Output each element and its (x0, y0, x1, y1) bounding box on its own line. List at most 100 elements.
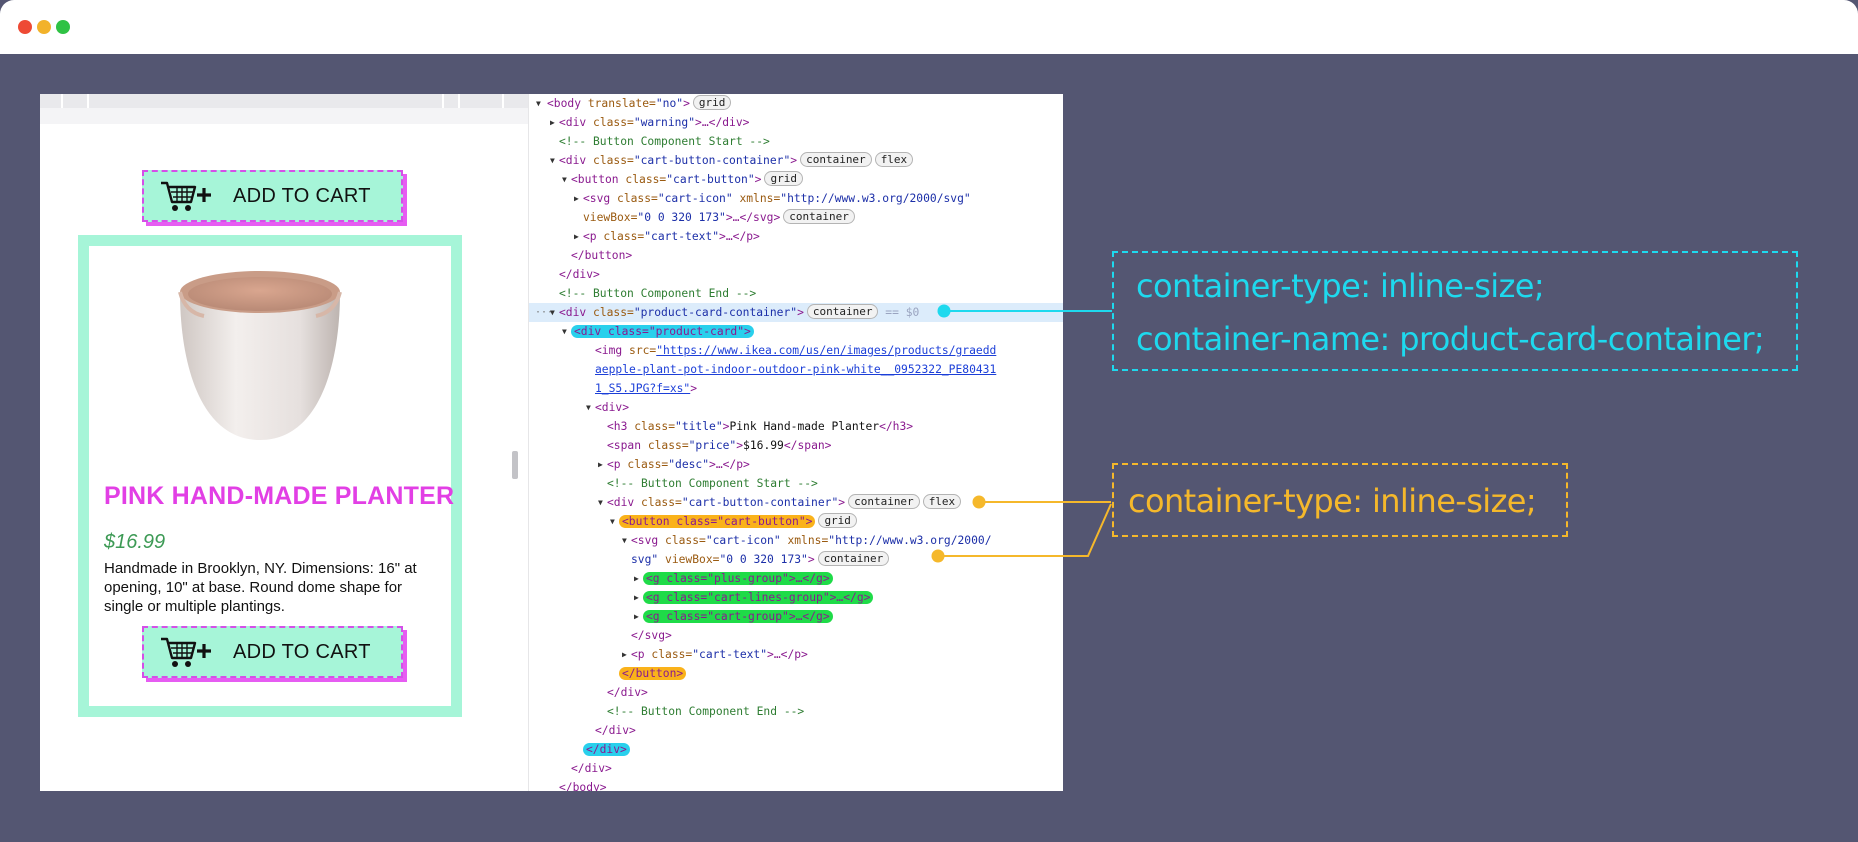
attr-name: xmlns= (732, 192, 781, 205)
dom-node-cart-button[interactable]: ▼ <button class="cart-button"> grid (529, 170, 1063, 189)
close-window-button[interactable] (18, 20, 32, 34)
dom-node-body[interactable]: ▼ <body translate="no"> grid (529, 94, 1063, 113)
attr-value: svg" (631, 553, 659, 566)
dom-node-product-card[interactable]: ▼ <div class="product-card"> (529, 322, 1063, 341)
tag-name: <p (607, 458, 621, 471)
dom-close-button-2[interactable]: </button> (529, 664, 1063, 683)
img-src-link[interactable]: 1_S5.JPG?f=xs" (595, 382, 690, 395)
tag-end: >…</div> (695, 116, 750, 129)
attr-name: src= (622, 344, 657, 357)
dom-node-cart-button-container-2[interactable]: ▼ <div class="cart-button-container"> con… (529, 493, 1063, 512)
attr-value: "http://www.w3.org/2000/svg" (780, 192, 971, 205)
product-price: $16.99 (104, 531, 166, 553)
attr-value: "cart-text" (644, 230, 720, 243)
tag-name: <svg (631, 534, 659, 547)
dom-close-div[interactable]: </div> (529, 683, 1063, 702)
grid-badge[interactable]: grid (818, 513, 857, 528)
tag-name: <span (607, 439, 642, 452)
dom-node-title[interactable]: <h3 class="title">Pink Hand-made Planter… (529, 417, 1063, 436)
flex-badge[interactable]: flex (922, 494, 962, 509)
devtools-elements-panel: ▼ <body translate="no"> grid ▶ <div class… (529, 94, 1063, 791)
maximize-window-button[interactable] (56, 20, 70, 34)
product-card: PINK HAND-MADE PLANTER $16.99 Handmade i… (78, 235, 462, 717)
dom-close-button[interactable]: </button> (529, 246, 1063, 265)
dom-node-cart-icon-svg-cont[interactable]: viewBox="0 0 320 173">…</svg> container (529, 208, 1063, 227)
dom-comment[interactable]: <!-- Button Component Start --> (529, 132, 1063, 151)
attr-name: class= (586, 306, 634, 319)
dom-node-cart-icon-svg[interactable]: ▶ <svg class="cart-icon" xmlns="http://w… (529, 189, 1063, 208)
cart-group-highlight: <g class="cart-group">…</g> (643, 610, 833, 623)
dom-comment[interactable]: <!-- Button Component End --> (529, 284, 1063, 303)
product-add-to-cart-label: ADD TO CART (233, 640, 371, 663)
tag-name: <img (595, 344, 623, 357)
dom-node-img-cont[interactable]: aepple-plant-pot-indoor-outdoor-pink-whi… (529, 360, 1063, 379)
grid-badge[interactable]: grid (692, 95, 732, 110)
dom-node-plus-group[interactable]: ▶ <g class="plus-group">…</g> (529, 569, 1063, 588)
container-badge[interactable]: container (806, 304, 879, 319)
attr-value: "cart-text" (692, 648, 768, 661)
dom-node-cart-group[interactable]: ▶ <g class="cart-group">…</g> (529, 607, 1063, 626)
attr-name: class= (634, 496, 682, 509)
dom-close-body[interactable]: </body> (529, 778, 1063, 791)
browser-viewport: ADD TO CART PINK HAND-MADE PLANTER $16.9… (40, 94, 528, 791)
dom-close-div[interactable]: </div> (529, 721, 1063, 740)
dom-node-cart-text-2[interactable]: ▶ <p class="cart-text">…</p> (529, 645, 1063, 664)
attr-name: class= (618, 173, 667, 186)
attr-value: "warning" (633, 116, 696, 129)
dom-close-svg[interactable]: </svg> (529, 626, 1063, 645)
dom-node-price[interactable]: <span class="price">$16.99</span> (529, 436, 1063, 455)
dom-node-div[interactable]: ▼ <div> (529, 398, 1063, 417)
dom-node-cart-button-container[interactable]: ▼ <div class="cart-button-container"> con… (529, 151, 1063, 170)
img-src-link[interactable]: "https://www.ikea.com/us/en/images/produ… (656, 344, 996, 357)
dom-node-cart-button-2[interactable]: ▼ <button class="cart-button"> grid (529, 512, 1063, 531)
flex-badge[interactable]: flex (874, 152, 914, 167)
container-badge[interactable]: container (848, 494, 920, 509)
dom-close-div[interactable]: </div> (529, 759, 1063, 778)
product-add-to-cart-button[interactable]: ADD TO CART (142, 626, 403, 678)
grid-badge[interactable]: grid (764, 171, 803, 186)
container-badge[interactable]: container (817, 551, 890, 566)
dom-node-product-card-container[interactable]: ··· ▼ <div class="product-card-container… (529, 303, 1063, 322)
tag-name: <div (607, 496, 635, 509)
add-to-cart-button[interactable]: ADD TO CART (142, 170, 403, 222)
tag-end: >…</p> (767, 648, 808, 661)
annotation-text: container-name: product-card-container; (1136, 320, 1765, 358)
attr-name: class= (610, 192, 658, 205)
add-to-cart-label: ADD TO CART (233, 184, 371, 207)
tag-name: <div (559, 116, 587, 129)
attr-value: "0 0 320 173" (719, 553, 808, 566)
comment-text: <!-- Button Component Start --> (607, 477, 818, 490)
dom-node-warning[interactable]: ▶ <div class="warning">…</div> (529, 113, 1063, 132)
dom-comment[interactable]: <!-- Button Component End --> (529, 702, 1063, 721)
tag-name: <p (631, 648, 645, 661)
attr-value: "no" (655, 97, 684, 110)
tag-end: >…</p> (719, 230, 760, 243)
dom-node-desc[interactable]: ▶ <p class="desc">…</p> (529, 455, 1063, 474)
dom-close-div[interactable]: </div> (529, 265, 1063, 284)
resize-handle[interactable] (512, 451, 518, 479)
dom-node-cart-lines-group[interactable]: ▶ <g class="cart-lines-group">…</g> (529, 588, 1063, 607)
dom-node-cart-text[interactable]: ▶ <p class="cart-text">…</p> (529, 227, 1063, 246)
dom-node-cart-icon-svg-2-cont[interactable]: svg" viewBox="0 0 320 173"> container (529, 550, 1063, 569)
close-tag: </div> (595, 724, 636, 737)
minimize-window-button[interactable] (37, 20, 51, 34)
container-badge[interactable]: container (783, 209, 855, 224)
attr-value: "http://www.w3.org/2000/ (828, 534, 992, 547)
attr-value: "cart-icon" (657, 192, 733, 205)
img-src-link[interactable]: aepple-plant-pot-indoor-outdoor-pink-whi… (595, 360, 996, 379)
dom-node-img-cont[interactable]: 1_S5.JPG?f=xs"> (529, 379, 1063, 398)
tag-name: <div (559, 306, 587, 319)
comment-text: <!-- Button Component End --> (607, 705, 805, 718)
cart-lines-group-highlight: <g class="cart-lines-group">…</g> (643, 591, 874, 604)
dom-node-cart-icon-svg-2[interactable]: ▼ <svg class="cart-icon" xmlns="http://w… (529, 531, 1063, 550)
tag-end: > (690, 382, 698, 395)
attr-value: "cart-button-container" (633, 154, 791, 167)
dom-node-img[interactable]: <img src="https://www.ikea.com/us/en/ima… (529, 341, 1063, 360)
product-title: PINK HAND-MADE PLANTER (104, 482, 455, 510)
dom-comment[interactable]: <!-- Button Component Start --> (529, 474, 1063, 493)
container-badge[interactable]: container (800, 152, 872, 167)
attr-name: viewBox= (658, 553, 720, 566)
attr-name: class= (596, 230, 645, 243)
attr-name: class= (586, 116, 634, 129)
dom-close-product-card[interactable]: </div> (529, 740, 1063, 759)
